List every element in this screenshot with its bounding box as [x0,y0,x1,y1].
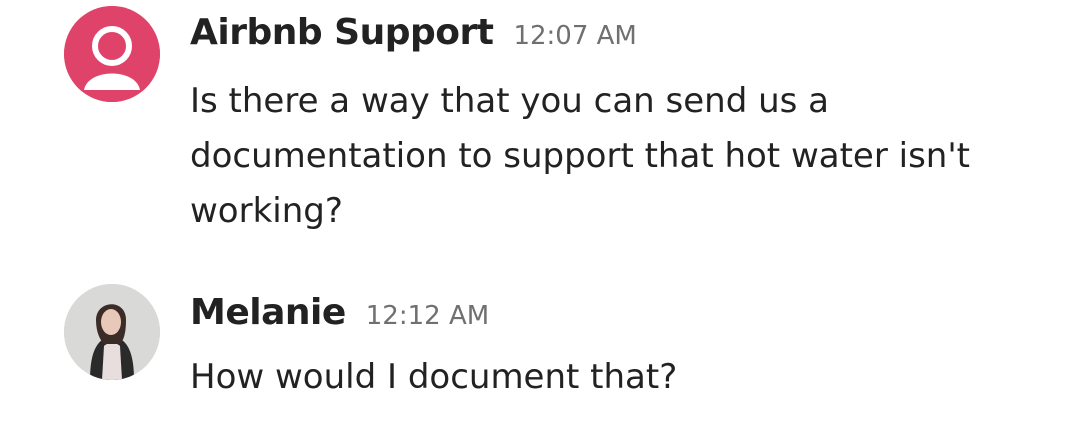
message-text: How would I document that? [190,357,678,397]
avatar[interactable] [64,284,160,380]
message-timestamp: 12:12 AM [365,301,490,331]
message-thread: Airbnb Support 12:07 AM Is there a way t… [0,0,1080,433]
message-timestamp: 12:07 AM [513,21,637,51]
sender-name[interactable]: Airbnb Support [190,12,494,53]
message-header: Melanie 12:12 AM [190,292,489,333]
message-header: Airbnb Support 12:07 AM [190,12,637,53]
sender-name[interactable]: Melanie [190,292,346,333]
default-user-icon [64,6,160,102]
user-photo-icon [64,284,160,380]
avatar[interactable] [64,6,160,102]
message-text: Is there a way that you can send us a do… [190,81,971,231]
